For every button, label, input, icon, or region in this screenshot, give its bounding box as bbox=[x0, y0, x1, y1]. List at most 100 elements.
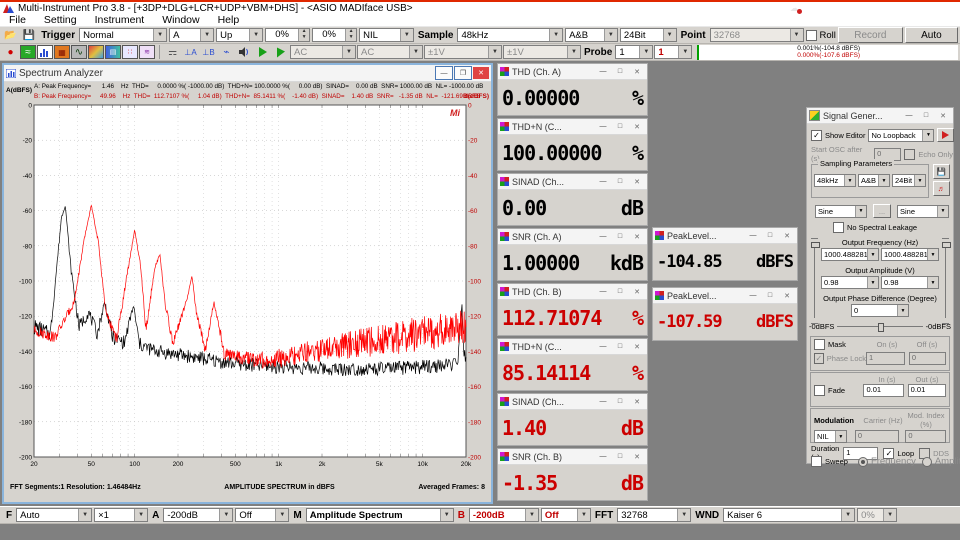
save-icon[interactable]: 💾 bbox=[21, 28, 38, 43]
a-range-combo[interactable]: -200dB▼ bbox=[163, 508, 233, 522]
maximize-icon[interactable]: □ bbox=[612, 121, 628, 133]
menu-help[interactable]: Help bbox=[209, 14, 249, 26]
chevron-down-icon[interactable]: ▼ bbox=[275, 509, 288, 521]
minimize-icon[interactable]: — bbox=[595, 286, 611, 298]
phase-slider[interactable] bbox=[837, 326, 922, 327]
chevron-down-icon[interactable]: ▼ bbox=[914, 175, 925, 186]
a-persistence-combo[interactable]: Off▼ bbox=[235, 508, 289, 522]
view-mode-combo[interactable]: Amplitude Spectrum▼ bbox=[306, 508, 454, 522]
chevron-down-icon[interactable]: ▼ bbox=[844, 175, 855, 186]
generator-run-button[interactable] bbox=[937, 128, 954, 142]
fade-in-input[interactable]: 0.01 bbox=[863, 384, 903, 397]
meter-titlebar[interactable]: THD (Ch. A)—□✕ bbox=[498, 64, 647, 80]
close-icon[interactable]: ✕ bbox=[473, 67, 489, 79]
chevron-down-icon[interactable]: ▼ bbox=[549, 29, 562, 41]
close-icon[interactable]: ✕ bbox=[629, 66, 645, 78]
maximize-icon[interactable]: □ bbox=[918, 110, 934, 122]
chevron-down-icon[interactable]: ▼ bbox=[639, 46, 652, 58]
amplitude-a-combo[interactable]: 0.98▼ bbox=[821, 276, 879, 289]
run-stop-icon[interactable]: ● bbox=[2, 45, 19, 60]
maximize-icon[interactable]: □ bbox=[612, 66, 628, 78]
close-icon[interactable]: ✕ bbox=[629, 451, 645, 463]
chevron-down-icon[interactable]: ▼ bbox=[525, 509, 538, 521]
chevron-down-icon[interactable]: ▼ bbox=[577, 509, 590, 521]
maximize-icon[interactable]: □ bbox=[762, 290, 778, 302]
device-test-plan-icon[interactable]: ≋ bbox=[139, 45, 155, 59]
close-icon[interactable]: ✕ bbox=[935, 110, 951, 122]
chevron-down-icon[interactable]: ▼ bbox=[677, 509, 690, 521]
minimize-icon[interactable]: — bbox=[595, 66, 611, 78]
freq-range-combo[interactable]: Auto▼ bbox=[16, 508, 92, 522]
minimize-icon[interactable]: — bbox=[595, 121, 611, 133]
chevron-down-icon[interactable]: ▼ bbox=[249, 29, 262, 41]
menu-file[interactable]: File bbox=[0, 14, 35, 26]
ddp-viewer-icon[interactable]: ∷ bbox=[122, 45, 138, 59]
minimize-icon[interactable]: — bbox=[435, 66, 453, 80]
data-logger-icon[interactable]: ▤ bbox=[105, 45, 121, 59]
close-icon[interactable]: ✕ bbox=[779, 290, 795, 302]
close-icon[interactable]: ✕ bbox=[629, 396, 645, 408]
b-persistence-combo[interactable]: Off▼ bbox=[541, 508, 591, 522]
spectrum-analyzer-icon[interactable] bbox=[37, 45, 53, 59]
close-icon[interactable]: ✕ bbox=[779, 230, 795, 242]
zero-b-icon[interactable]: ⊥B bbox=[200, 45, 217, 60]
minimize-icon[interactable]: — bbox=[745, 290, 761, 302]
fft-size-combo[interactable]: 32768▼ bbox=[617, 508, 691, 522]
amplitude-b-combo[interactable]: 0.98▼ bbox=[881, 276, 939, 289]
minimize-icon[interactable]: — bbox=[595, 451, 611, 463]
signal-generator-titlebar[interactable]: Signal Gener... —□✕ bbox=[807, 108, 953, 124]
chevron-down-icon[interactable]: ▼ bbox=[867, 249, 878, 260]
chevron-down-icon[interactable]: ▼ bbox=[78, 509, 91, 521]
chevron-down-icon[interactable]: ▼ bbox=[878, 175, 889, 186]
maximize-icon[interactable]: □ bbox=[612, 231, 628, 243]
spectrum-plot[interactable]: 00-20-20-40-40-60-60-80-80-100-100-120-1… bbox=[4, 103, 491, 484]
minimize-icon[interactable]: — bbox=[595, 176, 611, 188]
sweep-checkbox[interactable]: Sweep bbox=[811, 456, 848, 467]
spin-down-icon[interactable]: ▼ bbox=[345, 35, 356, 41]
maximize-icon[interactable]: □ bbox=[612, 341, 628, 353]
restore-icon[interactable]: ❐ bbox=[454, 66, 472, 80]
chevron-down-icon[interactable]: ▼ bbox=[153, 29, 166, 41]
close-icon[interactable]: ✕ bbox=[629, 231, 645, 243]
menu-setting[interactable]: Setting bbox=[35, 14, 86, 26]
level-slider-b[interactable] bbox=[942, 238, 949, 324]
window-function-combo[interactable]: Kaiser 6▼ bbox=[723, 508, 855, 522]
spin-down-icon[interactable]: ▼ bbox=[298, 35, 309, 41]
signal-generator-icon[interactable]: ∿ bbox=[71, 45, 87, 59]
play-icon[interactable] bbox=[254, 45, 271, 60]
waveform-a-combo[interactable]: Sine▼ bbox=[815, 205, 867, 218]
maximize-icon[interactable]: □ bbox=[612, 396, 628, 408]
probe-b-combo[interactable]: 1▼ bbox=[654, 45, 692, 59]
chevron-down-icon[interactable]: ▼ bbox=[927, 249, 938, 260]
menu-window[interactable]: Window bbox=[153, 14, 208, 26]
speaker-icon[interactable] bbox=[236, 45, 253, 60]
meter-titlebar[interactable]: SINAD (Ch...—□✕ bbox=[498, 174, 647, 190]
maximize-icon[interactable]: □ bbox=[762, 230, 778, 242]
onedrive-icon[interactable]: ☁ bbox=[785, 0, 803, 16]
music-note-icon[interactable]: ♬ bbox=[933, 181, 950, 196]
open-icon[interactable]: 📂 bbox=[2, 28, 19, 43]
minimize-icon[interactable]: — bbox=[595, 341, 611, 353]
close-icon[interactable]: ✕ bbox=[629, 341, 645, 353]
modulation-combo[interactable]: NIL▼ bbox=[814, 430, 847, 443]
play-loop-icon[interactable] bbox=[272, 45, 289, 60]
chevron-down-icon[interactable]: ▼ bbox=[841, 509, 854, 521]
mask-checkbox[interactable]: Mask bbox=[814, 339, 866, 350]
chevron-down-icon[interactable]: ▼ bbox=[663, 29, 676, 41]
maximize-icon[interactable]: □ bbox=[612, 176, 628, 188]
chevron-down-icon[interactable]: ▼ bbox=[134, 509, 147, 521]
trigger-level-spinner[interactable]: 0%▲▼ bbox=[265, 28, 310, 42]
gen-rate-combo[interactable]: 48kHz▼ bbox=[814, 174, 856, 187]
chevron-down-icon[interactable]: ▼ bbox=[400, 29, 413, 41]
sampling-rate-combo[interactable]: 48kHz▼ bbox=[457, 28, 563, 42]
multimeter-icon[interactable]: ▦ bbox=[54, 45, 70, 59]
trigger-delay-spinner[interactable]: 0%▲▼ bbox=[312, 28, 357, 42]
trigger-rejection-combo[interactable]: NIL▼ bbox=[359, 28, 414, 42]
chevron-down-icon[interactable]: ▼ bbox=[867, 277, 878, 288]
probe-a-combo[interactable]: 1▼ bbox=[615, 45, 653, 59]
close-icon[interactable]: ✕ bbox=[629, 286, 645, 298]
menu-instrument[interactable]: Instrument bbox=[86, 14, 154, 26]
fade-out-input[interactable]: 0.01 bbox=[908, 384, 946, 397]
auto-button[interactable]: Auto bbox=[905, 27, 958, 43]
sampling-channels-combo[interactable]: A&B▼ bbox=[565, 28, 618, 42]
